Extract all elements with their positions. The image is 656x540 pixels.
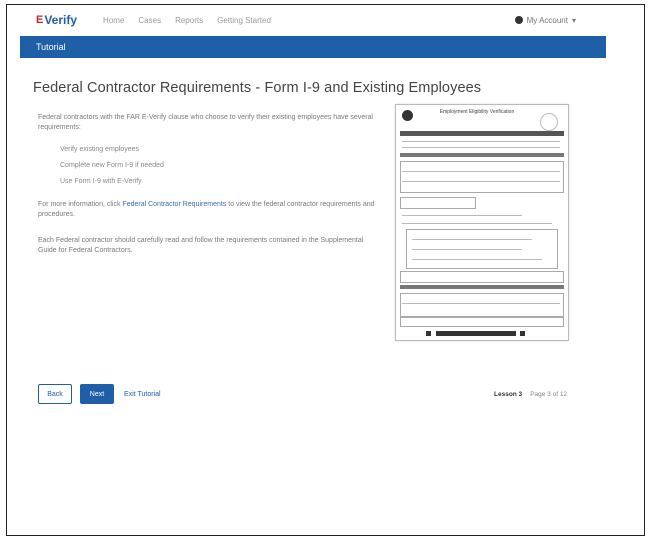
form-marker xyxy=(426,331,431,336)
chevron-down-icon: ▾ xyxy=(571,15,576,25)
form-line xyxy=(402,181,560,182)
everify-logo[interactable]: E Verify xyxy=(36,13,77,27)
nav-item-getting-started[interactable]: Getting Started xyxy=(217,16,271,25)
form-heading: Employment Eligibility Verification xyxy=(439,109,515,115)
list-item: Use Form I-9 with E-Verify xyxy=(60,178,142,185)
nav-item-cases[interactable]: Cases xyxy=(138,16,161,25)
form-bar xyxy=(400,131,564,136)
logo-mark: E xyxy=(36,14,44,26)
form-box xyxy=(400,293,564,317)
lesson-label: Lesson 3 xyxy=(494,391,523,398)
list-item: Complete new Form I-9 if needed xyxy=(60,162,164,169)
dhs-seal-icon xyxy=(402,110,413,121)
account-label: My Account xyxy=(526,15,568,25)
requirements-list: Verify existing employees Complete new F… xyxy=(60,146,164,194)
form-line xyxy=(402,215,522,216)
window-edge xyxy=(644,4,656,535)
logo-text: Verify xyxy=(44,13,78,27)
federal-contractor-link[interactable]: Federal Contractor Requirements xyxy=(122,201,226,208)
back-button[interactable]: Back xyxy=(38,384,72,404)
intro-paragraph: Federal contractors with the FAR E-Verif… xyxy=(38,114,373,131)
top-navigation: E Verify Home Cases Reports Getting Star… xyxy=(20,8,606,32)
info-paragraph: For more information, click Federal Cont… xyxy=(38,200,383,219)
form-bar xyxy=(400,285,564,289)
form-box xyxy=(400,271,564,283)
form-box xyxy=(400,197,476,209)
form-line xyxy=(402,141,560,142)
account-menu[interactable]: My Account ▾ xyxy=(514,15,576,25)
uscis-seal-icon xyxy=(540,113,558,131)
exit-tutorial-link[interactable]: Exit Tutorial xyxy=(124,391,161,398)
nav-item-home[interactable]: Home xyxy=(103,16,124,25)
user-icon xyxy=(514,16,523,24)
form-bar xyxy=(400,153,564,157)
form-box xyxy=(400,161,564,193)
banner-title: Tutorial xyxy=(36,42,66,52)
form-box xyxy=(400,317,564,327)
nav-item-reports[interactable]: Reports xyxy=(175,16,203,25)
page-title: Federal Contractor Requirements - Form I… xyxy=(33,80,482,96)
main-nav: Home Cases Reports Getting Started xyxy=(103,16,271,25)
info-text: For more information, click xyxy=(38,201,123,208)
form-footer-bar xyxy=(436,331,516,336)
page-indicator: Page 3 of 12 xyxy=(530,391,568,398)
next-button[interactable]: Next xyxy=(80,384,114,404)
form-line xyxy=(412,239,532,240)
form-line xyxy=(402,171,560,172)
lesson-pager: Lesson 3 Page 3 of 12 xyxy=(494,391,567,398)
form-line xyxy=(402,147,560,148)
form-marker xyxy=(520,331,525,336)
form-line xyxy=(402,223,552,224)
form-i9-preview: Employment Eligibility Verification xyxy=(395,104,569,341)
form-line xyxy=(412,249,522,250)
tutorial-controls: Back Next Exit Tutorial xyxy=(38,384,161,404)
section-banner: Tutorial xyxy=(20,36,606,58)
list-item: Verify existing employees xyxy=(60,146,139,153)
form-line xyxy=(402,303,560,304)
form-line xyxy=(412,259,542,260)
guide-paragraph: Each Federal contractor should carefully… xyxy=(38,237,364,254)
